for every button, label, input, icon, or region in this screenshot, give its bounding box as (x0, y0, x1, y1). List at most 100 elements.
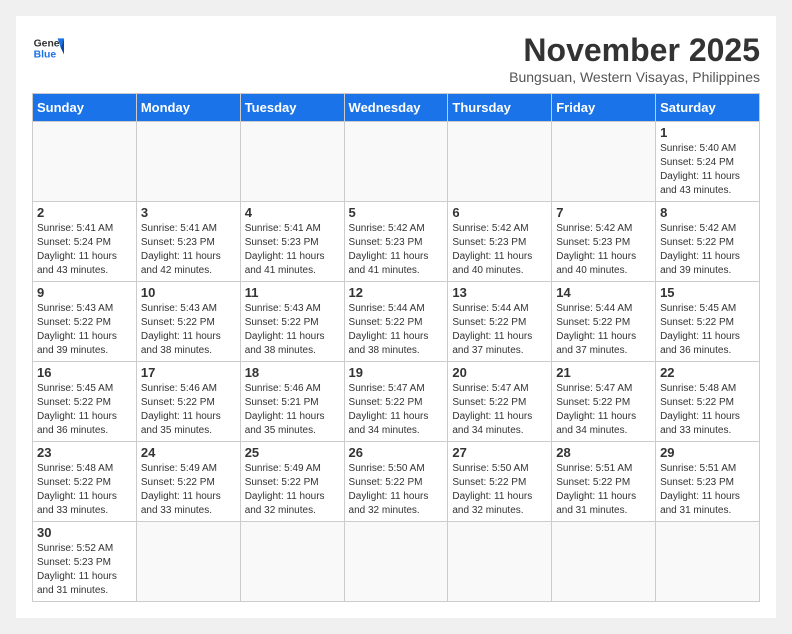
day-info: Sunrise: 5:49 AM Sunset: 5:22 PM Dayligh… (245, 462, 340, 518)
day-info: Sunrise: 5:45 AM Sunset: 5:22 PM Dayligh… (37, 382, 132, 438)
calendar-cell: 30 Sunrise: 5:52 AM Sunset: 5:23 PM Dayli… (33, 522, 137, 602)
calendar-cell: 28 Sunrise: 5:51 AM Sunset: 5:22 PM Dayli… (552, 442, 656, 522)
day-info: Sunrise: 5:43 AM Sunset: 5:22 PM Dayligh… (141, 302, 236, 358)
day-info: Sunrise: 5:41 AM Sunset: 5:23 PM Dayligh… (245, 222, 340, 278)
svg-text:Blue: Blue (34, 50, 57, 61)
day-info: Sunrise: 5:49 AM Sunset: 5:22 PM Dayligh… (141, 462, 236, 518)
calendar-cell (552, 122, 656, 202)
day-number: 23 (37, 445, 132, 460)
day-number: 14 (556, 285, 651, 300)
calendar-cell: 29Sunrise: 5:51 AM Sunset: 5:23 PM Dayli… (656, 442, 760, 522)
calendar-cell (136, 522, 240, 602)
calendar-cell (656, 522, 760, 602)
day-info: Sunrise: 5:51 AM Sunset: 5:22 PM Dayligh… (556, 462, 651, 518)
day-info: Sunrise: 5:41 AM Sunset: 5:24 PM Dayligh… (37, 222, 132, 278)
calendar-week-row: 2 Sunrise: 5:41 AM Sunset: 5:24 PM Daylig… (33, 202, 760, 282)
day-number: 18 (245, 365, 340, 380)
day-number: 12 (349, 285, 444, 300)
day-number: 4 (245, 205, 340, 220)
calendar-cell: 19Sunrise: 5:47 AM Sunset: 5:22 PM Dayli… (344, 362, 448, 442)
col-header-thursday: Thursday (448, 94, 552, 122)
calendar-header-row: SundayMondayTuesdayWednesdayThursdayFrid… (33, 94, 760, 122)
calendar-cell: 2 Sunrise: 5:41 AM Sunset: 5:24 PM Daylig… (33, 202, 137, 282)
day-info: Sunrise: 5:44 AM Sunset: 5:22 PM Dayligh… (452, 302, 547, 358)
calendar-cell: 6 Sunrise: 5:42 AM Sunset: 5:23 PM Daylig… (448, 202, 552, 282)
day-number: 6 (452, 205, 547, 220)
day-number: 3 (141, 205, 236, 220)
logo-icon: General Blue (32, 32, 64, 64)
calendar-cell (344, 122, 448, 202)
day-number: 25 (245, 445, 340, 460)
logo: General Blue (32, 32, 64, 64)
calendar: SundayMondayTuesdayWednesdayThursdayFrid… (32, 93, 760, 602)
calendar-week-row: 23 Sunrise: 5:48 AM Sunset: 5:22 PM Dayli… (33, 442, 760, 522)
col-header-friday: Friday (552, 94, 656, 122)
calendar-cell: 5 Sunrise: 5:42 AM Sunset: 5:23 PM Daylig… (344, 202, 448, 282)
page: General Blue November 2025 Bungsuan, Wes… (16, 16, 776, 618)
day-number: 2 (37, 205, 132, 220)
calendar-cell: 14 Sunrise: 5:44 AM Sunset: 5:22 PM Dayli… (552, 282, 656, 362)
day-info: Sunrise: 5:50 AM Sunset: 5:22 PM Dayligh… (349, 462, 444, 518)
day-number: 30 (37, 525, 132, 540)
calendar-cell: 26Sunrise: 5:50 AM Sunset: 5:22 PM Dayli… (344, 442, 448, 522)
calendar-cell: 22 Sunrise: 5:48 AM Sunset: 5:22 PM Dayli… (656, 362, 760, 442)
day-number: 9 (37, 285, 132, 300)
col-header-sunday: Sunday (33, 94, 137, 122)
col-header-monday: Monday (136, 94, 240, 122)
calendar-cell: 20Sunrise: 5:47 AM Sunset: 5:22 PM Dayli… (448, 362, 552, 442)
calendar-cell: 8Sunrise: 5:42 AM Sunset: 5:22 PM Daylig… (656, 202, 760, 282)
day-number: 1 (660, 125, 755, 140)
day-number: 29 (660, 445, 755, 460)
day-info: Sunrise: 5:46 AM Sunset: 5:21 PM Dayligh… (245, 382, 340, 438)
day-info: Sunrise: 5:42 AM Sunset: 5:23 PM Dayligh… (349, 222, 444, 278)
calendar-cell: 18 Sunrise: 5:46 AM Sunset: 5:21 PM Dayli… (240, 362, 344, 442)
day-info: Sunrise: 5:42 AM Sunset: 5:23 PM Dayligh… (452, 222, 547, 278)
day-info: Sunrise: 5:45 AM Sunset: 5:22 PM Dayligh… (660, 302, 755, 358)
day-info: Sunrise: 5:43 AM Sunset: 5:22 PM Dayligh… (37, 302, 132, 358)
calendar-week-row: 9 Sunrise: 5:43 AM Sunset: 5:22 PM Daylig… (33, 282, 760, 362)
calendar-cell: 4 Sunrise: 5:41 AM Sunset: 5:23 PM Daylig… (240, 202, 344, 282)
title-block: November 2025 Bungsuan, Western Visayas,… (509, 32, 760, 85)
calendar-cell: 23 Sunrise: 5:48 AM Sunset: 5:22 PM Dayli… (33, 442, 137, 522)
day-info: Sunrise: 5:42 AM Sunset: 5:23 PM Dayligh… (556, 222, 651, 278)
day-info: Sunrise: 5:48 AM Sunset: 5:22 PM Dayligh… (660, 382, 755, 438)
day-info: Sunrise: 5:48 AM Sunset: 5:22 PM Dayligh… (37, 462, 132, 518)
calendar-cell: 16Sunrise: 5:45 AM Sunset: 5:22 PM Dayli… (33, 362, 137, 442)
day-info: Sunrise: 5:43 AM Sunset: 5:22 PM Dayligh… (245, 302, 340, 358)
calendar-week-row: 1 Sunrise: 5:40 AM Sunset: 5:24 PM Daylig… (33, 122, 760, 202)
day-info: Sunrise: 5:40 AM Sunset: 5:24 PM Dayligh… (660, 142, 755, 198)
calendar-cell (344, 522, 448, 602)
day-info: Sunrise: 5:52 AM Sunset: 5:23 PM Dayligh… (37, 542, 132, 598)
col-header-tuesday: Tuesday (240, 94, 344, 122)
day-number: 17 (141, 365, 236, 380)
day-number: 21 (556, 365, 651, 380)
day-info: Sunrise: 5:44 AM Sunset: 5:22 PM Dayligh… (349, 302, 444, 358)
calendar-cell: 1 Sunrise: 5:40 AM Sunset: 5:24 PM Daylig… (656, 122, 760, 202)
calendar-cell: 24Sunrise: 5:49 AM Sunset: 5:22 PM Dayli… (136, 442, 240, 522)
subtitle: Bungsuan, Western Visayas, Philippines (509, 69, 760, 85)
day-number: 22 (660, 365, 755, 380)
calendar-cell: 12 Sunrise: 5:44 AM Sunset: 5:22 PM Dayli… (344, 282, 448, 362)
calendar-cell: 25 Sunrise: 5:49 AM Sunset: 5:22 PM Dayli… (240, 442, 344, 522)
day-number: 7 (556, 205, 651, 220)
day-number: 28 (556, 445, 651, 460)
day-number: 13 (452, 285, 547, 300)
calendar-cell (136, 122, 240, 202)
calendar-cell: 15 Sunrise: 5:45 AM Sunset: 5:22 PM Dayli… (656, 282, 760, 362)
col-header-saturday: Saturday (656, 94, 760, 122)
month-title: November 2025 (509, 32, 760, 69)
day-number: 11 (245, 285, 340, 300)
day-number: 5 (349, 205, 444, 220)
day-number: 20 (452, 365, 547, 380)
calendar-cell: 21Sunrise: 5:47 AM Sunset: 5:22 PM Dayli… (552, 362, 656, 442)
day-number: 15 (660, 285, 755, 300)
day-info: Sunrise: 5:44 AM Sunset: 5:22 PM Dayligh… (556, 302, 651, 358)
col-header-wednesday: Wednesday (344, 94, 448, 122)
calendar-week-row: 16Sunrise: 5:45 AM Sunset: 5:22 PM Dayli… (33, 362, 760, 442)
calendar-cell: 9 Sunrise: 5:43 AM Sunset: 5:22 PM Daylig… (33, 282, 137, 362)
calendar-cell: 3Sunrise: 5:41 AM Sunset: 5:23 PM Daylig… (136, 202, 240, 282)
calendar-cell: 27Sunrise: 5:50 AM Sunset: 5:22 PM Dayli… (448, 442, 552, 522)
calendar-cell (240, 522, 344, 602)
calendar-cell: 17 Sunrise: 5:46 AM Sunset: 5:22 PM Dayli… (136, 362, 240, 442)
day-info: Sunrise: 5:46 AM Sunset: 5:22 PM Dayligh… (141, 382, 236, 438)
